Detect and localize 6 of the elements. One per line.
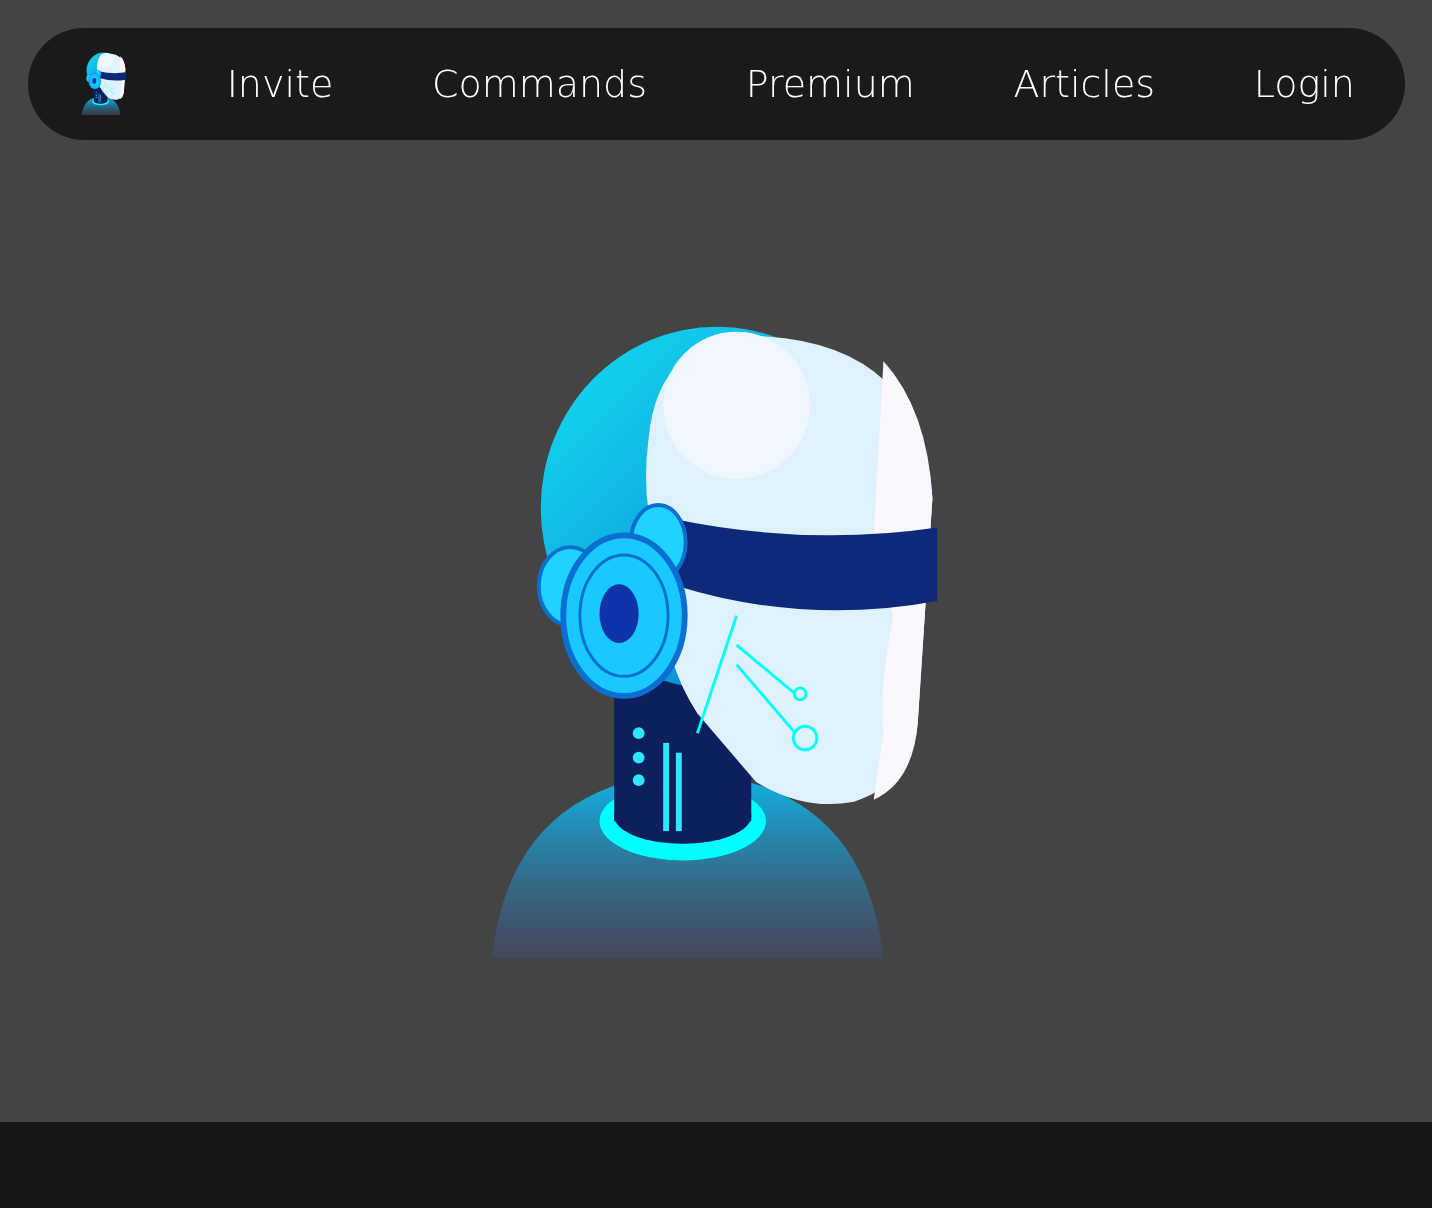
nav-link[interactable]: Commands xyxy=(431,62,647,106)
nav-link[interactable]: Login xyxy=(1253,62,1355,106)
robot-logo-icon[interactable] xyxy=(80,52,128,116)
nav-link[interactable]: Invite xyxy=(226,62,334,106)
nav-link[interactable]: Articles xyxy=(1013,62,1156,106)
nav-link[interactable]: Premium xyxy=(745,62,915,106)
